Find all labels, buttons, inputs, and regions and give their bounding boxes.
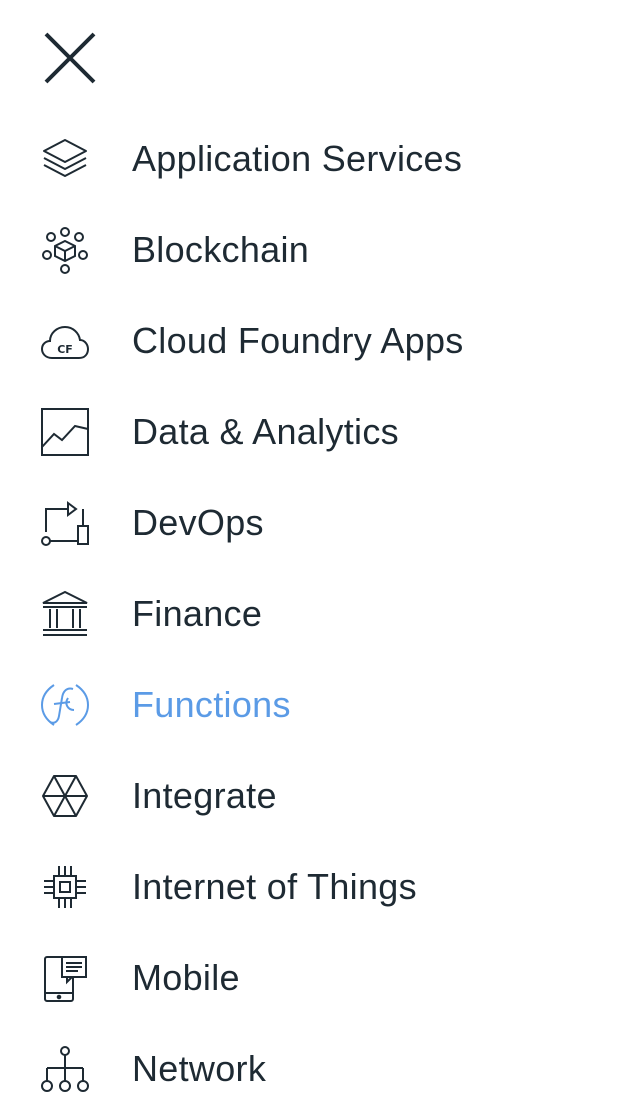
menu-item-label: Integrate (132, 775, 277, 816)
menu-item-label: Cloud Foundry Apps (132, 320, 464, 361)
menu-item-label: Internet of Things (132, 866, 417, 907)
menu-item-cloud-foundry-apps[interactable]: CF Cloud Foundry Apps (0, 306, 634, 376)
menu-item-application-services[interactable]: Application Services (0, 124, 634, 194)
bank-icon (40, 589, 90, 639)
menu-item-finance[interactable]: Finance (0, 579, 634, 649)
menu-item-label: Network (132, 1048, 267, 1089)
menu-item-data-analytics[interactable]: Data & Analytics (0, 397, 634, 467)
functions-icon (40, 680, 90, 730)
menu-item-devops[interactable]: DevOps (0, 488, 634, 558)
menu-item-integrate[interactable]: Integrate (0, 761, 634, 831)
chart-icon (40, 407, 90, 457)
menu-item-label: Finance (132, 593, 263, 634)
menu-item-label: DevOps (132, 502, 264, 543)
layers-icon (40, 134, 90, 184)
devops-icon (40, 498, 90, 548)
menu-item-label: Data & Analytics (132, 411, 399, 452)
integrate-icon (40, 771, 90, 821)
svg-text:CF: CF (57, 343, 73, 356)
menu-item-network[interactable]: Network (0, 1034, 634, 1104)
blockchain-icon (40, 225, 90, 275)
menu-item-label: Blockchain (132, 229, 310, 270)
navigation-menu: Application Services Blockchain CF Cloud… (0, 0, 634, 1112)
menu-item-mobile[interactable]: Mobile (0, 943, 634, 1013)
menu-item-blockchain[interactable]: Blockchain (0, 215, 634, 285)
menu-item-label: Application Services (132, 138, 463, 179)
cloud-cf-icon: CF (40, 316, 90, 366)
menu-item-internet-of-things[interactable]: Internet of Things (0, 852, 634, 922)
menu-item-functions[interactable]: Functions (0, 670, 634, 740)
menu-item-label: Mobile (132, 957, 240, 998)
close-icon[interactable] (40, 28, 100, 88)
menu-item-label: Functions (132, 684, 291, 725)
network-icon (40, 1044, 90, 1094)
mobile-icon (40, 953, 90, 1003)
chip-icon (40, 862, 90, 912)
